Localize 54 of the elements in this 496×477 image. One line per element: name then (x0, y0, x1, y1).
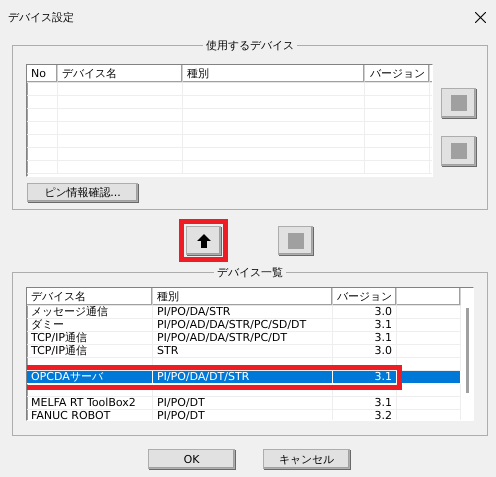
device-version: 3.0 (374, 344, 392, 357)
device-row[interactable]: MELFA RT ToolBox2 PI/PO/DT 3.1 (27, 397, 461, 410)
ok-button[interactable]: OK (148, 449, 235, 469)
column-header[interactable]: バージョン (365, 65, 430, 82)
device-row[interactable] (27, 384, 461, 397)
table-cell (27, 161, 58, 174)
device-version: 3.1 (374, 396, 392, 409)
table-cell (27, 148, 58, 161)
device-name: TCP/IP通信 (31, 331, 87, 344)
device-type: PI/PO/DA/DT/STR (157, 370, 250, 383)
device-row[interactable]: メッセージ通信 PI/PO/DA/STR 3.0 (27, 306, 461, 319)
group-title: 使用するデバイス (203, 38, 297, 53)
pin-info-button[interactable]: ピン情報確認... (27, 183, 138, 202)
device-row[interactable]: OPCDAサーバ PI/PO/DA/DT/STR 3.1 (27, 371, 461, 384)
close-icon[interactable] (475, 12, 486, 23)
table-cell (27, 122, 58, 135)
move-button[interactable] (186, 226, 221, 255)
column-header[interactable]: バージョン (333, 288, 397, 305)
group-title: デバイス一覧 (214, 265, 286, 280)
column-header[interactable]: 種別 (183, 65, 365, 82)
up-arrow-icon (196, 232, 212, 248)
device-type: PI/PO/DA/STR (157, 305, 230, 318)
table-cell (27, 96, 58, 109)
column-header[interactable]: 種別 (153, 288, 333, 305)
device-name: メッセージ通信 (31, 305, 108, 318)
cancel-button[interactable]: キャンセル (263, 449, 350, 469)
device-row[interactable]: TCP/IP通信 STR 3.0 (27, 345, 461, 358)
device-version: 3.1 (374, 331, 392, 344)
window-title: デバイス設定 (8, 10, 74, 25)
column-header[interactable]: デバイス名 (27, 288, 153, 305)
device-version: 3.1 (374, 318, 392, 331)
square-icon (450, 95, 466, 111)
device-type: STR (157, 344, 178, 357)
device-type: PI/PO/DT (157, 396, 205, 409)
table-cell (333, 384, 397, 397)
device-row[interactable]: TCP/IP通信 PI/PO/AD/DA/STR/PC/DT 3.1 (27, 332, 461, 345)
table-cell (27, 135, 58, 148)
square-icon (450, 143, 466, 159)
device-name: TCP/IP通信 (31, 344, 87, 357)
device-row[interactable]: ダミー PI/PO/AD/DA/STR/PC/SD/DT 3.1 (27, 319, 461, 332)
device-version: 3.2 (374, 409, 392, 420)
device-version: 3.1 (374, 370, 392, 383)
table-cell (27, 109, 58, 122)
column-header[interactable]: デバイス名 (58, 65, 183, 82)
device-type: PI/PO/DT (157, 409, 205, 420)
device-name: MELFA RT ToolBox2 (31, 396, 136, 409)
device-type: PI/PO/AD/DA/STR/PC/DT (157, 331, 288, 344)
square-icon (288, 232, 304, 248)
device-name: OPCDAサーバ (31, 370, 103, 383)
device-type: PI/PO/AD/DA/STR/PC/SD/DT (157, 318, 306, 331)
device-name: ダミー (31, 318, 64, 331)
device-name: FANUC ROBOT (31, 409, 110, 420)
column-header[interactable]: No (27, 65, 58, 82)
device-version: 3.0 (374, 305, 392, 318)
